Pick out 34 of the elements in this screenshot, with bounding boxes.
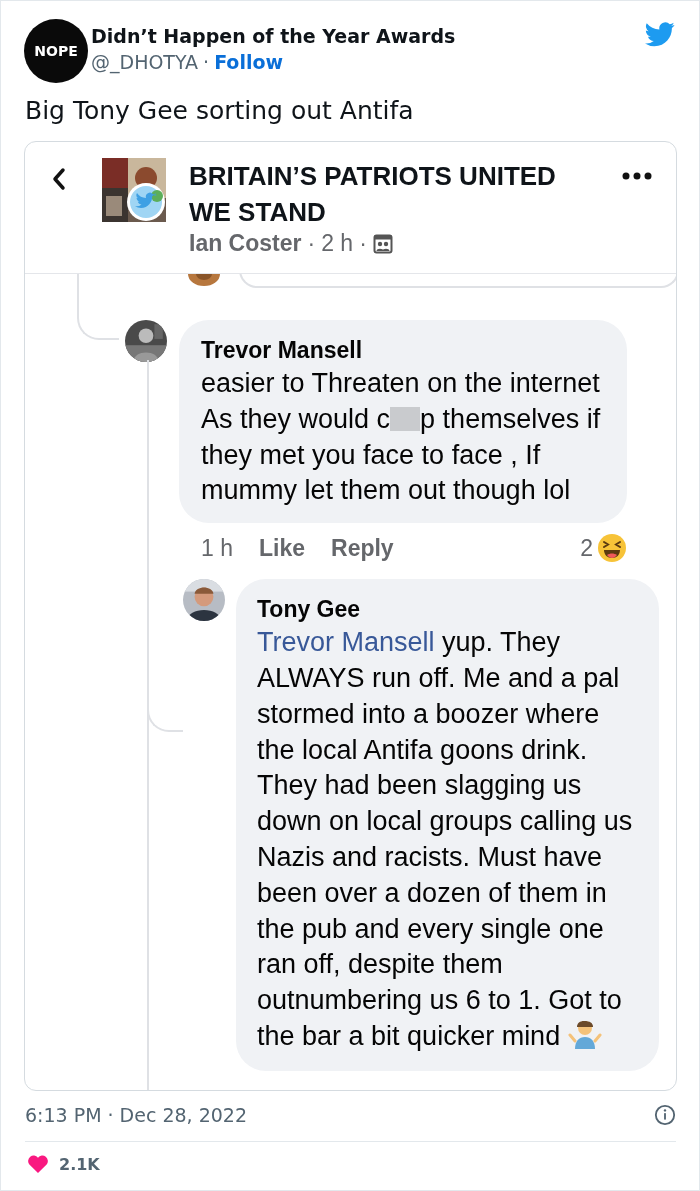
tweet-text: Big Tony Gee sorting out Antifa [25, 96, 415, 126]
bird-badge-icon [126, 182, 166, 222]
comment-time: 1 h [201, 534, 233, 562]
post-age: 2 h [321, 230, 354, 257]
account-name[interactable]: Didn’t Happen of the Year Awards [91, 23, 456, 49]
like-count[interactable]: 2.1K [59, 1154, 100, 1174]
separator-dot: · [203, 50, 210, 75]
like-link[interactable]: Like [259, 534, 305, 562]
group-audience-icon [372, 233, 393, 254]
tweet-date[interactable]: Dec 28, 2022 [119, 1104, 248, 1126]
reply-link[interactable]: Reply [331, 534, 394, 562]
commenter-name[interactable]: Trevor Mansell [201, 336, 363, 364]
tweet-timestamp[interactable]: 6:13 PM [25, 1104, 102, 1126]
comment-text: easier to Threaten on the internet As they would c p themselves if they met you face to face , If mummy let them out though lol [201, 367, 602, 508]
more-options-icon[interactable] [622, 172, 652, 180]
info-icon[interactable] [654, 1104, 676, 1126]
separator-dot: · [359, 230, 367, 257]
account-avatar[interactable]: NOPE [24, 19, 88, 83]
comment-text: Trevor Mansell yup. They ALWAYS run off. Me and a pal stormed into a boozer where the local Antifa goons drink. They had been slagging us down on local groups calling us Nazis and racists. Must have been over a dozen of them in the pub and every single one ran off, despite them outnumbering us 6 to 1. Got to the bar a bit quicker mind [257, 626, 634, 1053]
shrugging-figure-icon [567, 1018, 602, 1049]
bird-icon[interactable] [645, 22, 675, 47]
separator-dot: · [107, 1104, 114, 1126]
follow-link[interactable]: Follow [214, 49, 284, 75]
group-title[interactable]: BRITAIN’S PATRIOTS UNITED WE STAND [189, 158, 579, 230]
author-name[interactable]: Ian Coster [189, 230, 302, 257]
mention-link[interactable]: Trevor Mansell [257, 627, 435, 658]
back-icon[interactable] [52, 167, 66, 191]
heart-icon[interactable] [27, 1154, 49, 1174]
reaction-count[interactable]: 2 [580, 534, 593, 562]
account-handle: @_DHOTYA [91, 50, 199, 75]
blurred-word-block [390, 406, 421, 431]
separator-dot: · [307, 230, 316, 257]
laughing-emoji-icon [597, 533, 627, 564]
commenter-name[interactable]: Tony Gee [257, 595, 361, 624]
